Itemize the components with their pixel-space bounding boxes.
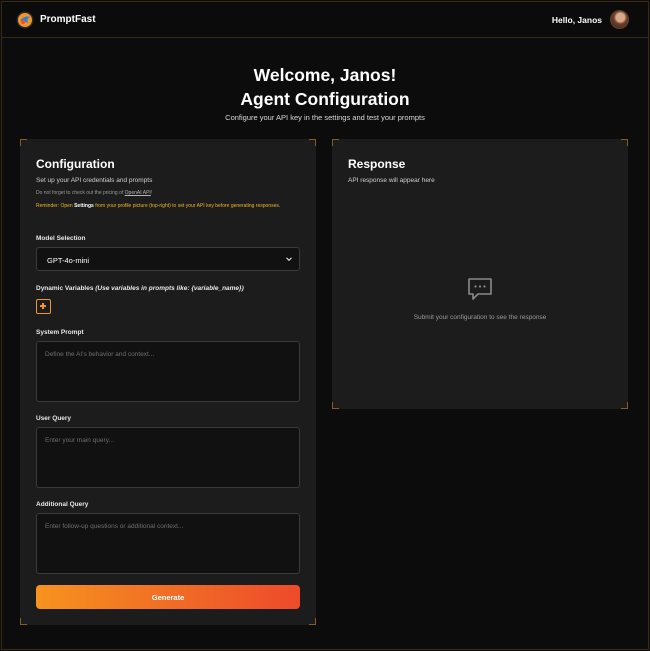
card-corner [20, 139, 27, 146]
pricing-suffix: ! [150, 190, 153, 196]
top-navbar: PromptFast Hello, Janos [2, 2, 648, 38]
page-subtitle: Configure your API key in the settings a… [225, 113, 425, 122]
app-frame: PromptFast Hello, Janos Welcome, Janos! … [1, 1, 649, 650]
chevron-down-icon [286, 257, 292, 262]
additional-query-placeholder: Enter follow-up questions or additional … [45, 523, 184, 530]
card-corner [309, 618, 316, 625]
promptfast-logo-icon[interactable] [16, 11, 34, 29]
card-corner [332, 402, 339, 409]
brand-name[interactable]: PromptFast [40, 14, 96, 25]
welcome-heading: Welcome, Janos! [253, 65, 397, 85]
card-corner [621, 139, 628, 146]
message-bubble-icon [468, 278, 492, 300]
user-query-input[interactable]: Enter your main query... [36, 427, 300, 488]
api-key-reminder: Reminder: Open Settings from your profil… [36, 202, 298, 210]
card-corner [20, 618, 27, 625]
additional-query-input[interactable]: Enter follow-up questions or additional … [36, 513, 300, 574]
response-title: Response [348, 157, 406, 171]
model-selection-label: Model Selection [36, 235, 86, 242]
response-hint: API response will appear here [348, 177, 435, 184]
openai-pricing-link[interactable]: OpenAI API [125, 190, 151, 196]
user-query-placeholder: Enter your main query... [45, 437, 114, 444]
reminder-suffix: from your profile picture (top-right) to… [93, 203, 281, 209]
additional-query-label: Additional Query [36, 501, 89, 508]
pricing-prefix: Do not forget to check out the pricing o… [36, 190, 125, 196]
model-select[interactable]: GPT-4o-mini [36, 247, 300, 271]
system-prompt-label: System Prompt [36, 329, 84, 336]
card-corner [332, 139, 339, 146]
page-title: Agent Configuration [240, 89, 410, 109]
card-corner [309, 139, 316, 146]
configuration-subtitle: Set up your API credentials and prompts [36, 177, 153, 184]
generate-button[interactable]: Generate [36, 585, 300, 609]
profile-avatar[interactable] [610, 10, 629, 29]
response-empty-state: Submit your configuration to see the res… [413, 314, 547, 321]
dynamic-variables-title: Dynamic Variables [36, 285, 94, 292]
model-select-value: GPT-4o-mini [47, 256, 90, 265]
dynamic-variables-label: Dynamic Variables (Use variables in prom… [36, 285, 244, 292]
configuration-title: Configuration [36, 157, 115, 171]
reminder-prefix: Reminder: Open [36, 203, 75, 209]
reminder-settings: Settings [74, 203, 94, 209]
system-prompt-placeholder: Define the AI's behavior and context... [45, 351, 155, 358]
configuration-card: Configuration Set up your API credential… [20, 139, 316, 625]
pricing-note: Do not forget to check out the pricing o… [36, 190, 152, 196]
dynamic-variables-hint: (Use variables in prompts like: {variabl… [95, 285, 244, 292]
response-card: Response API response will appear here S… [332, 139, 628, 409]
user-query-label: User Query [36, 415, 72, 422]
add-variable-button[interactable] [36, 299, 51, 314]
generate-button-label: Generate [151, 593, 185, 602]
card-corner [621, 402, 628, 409]
system-prompt-input[interactable]: Define the AI's behavior and context... [36, 341, 300, 402]
user-greeting: Hello, Janos [551, 15, 602, 25]
